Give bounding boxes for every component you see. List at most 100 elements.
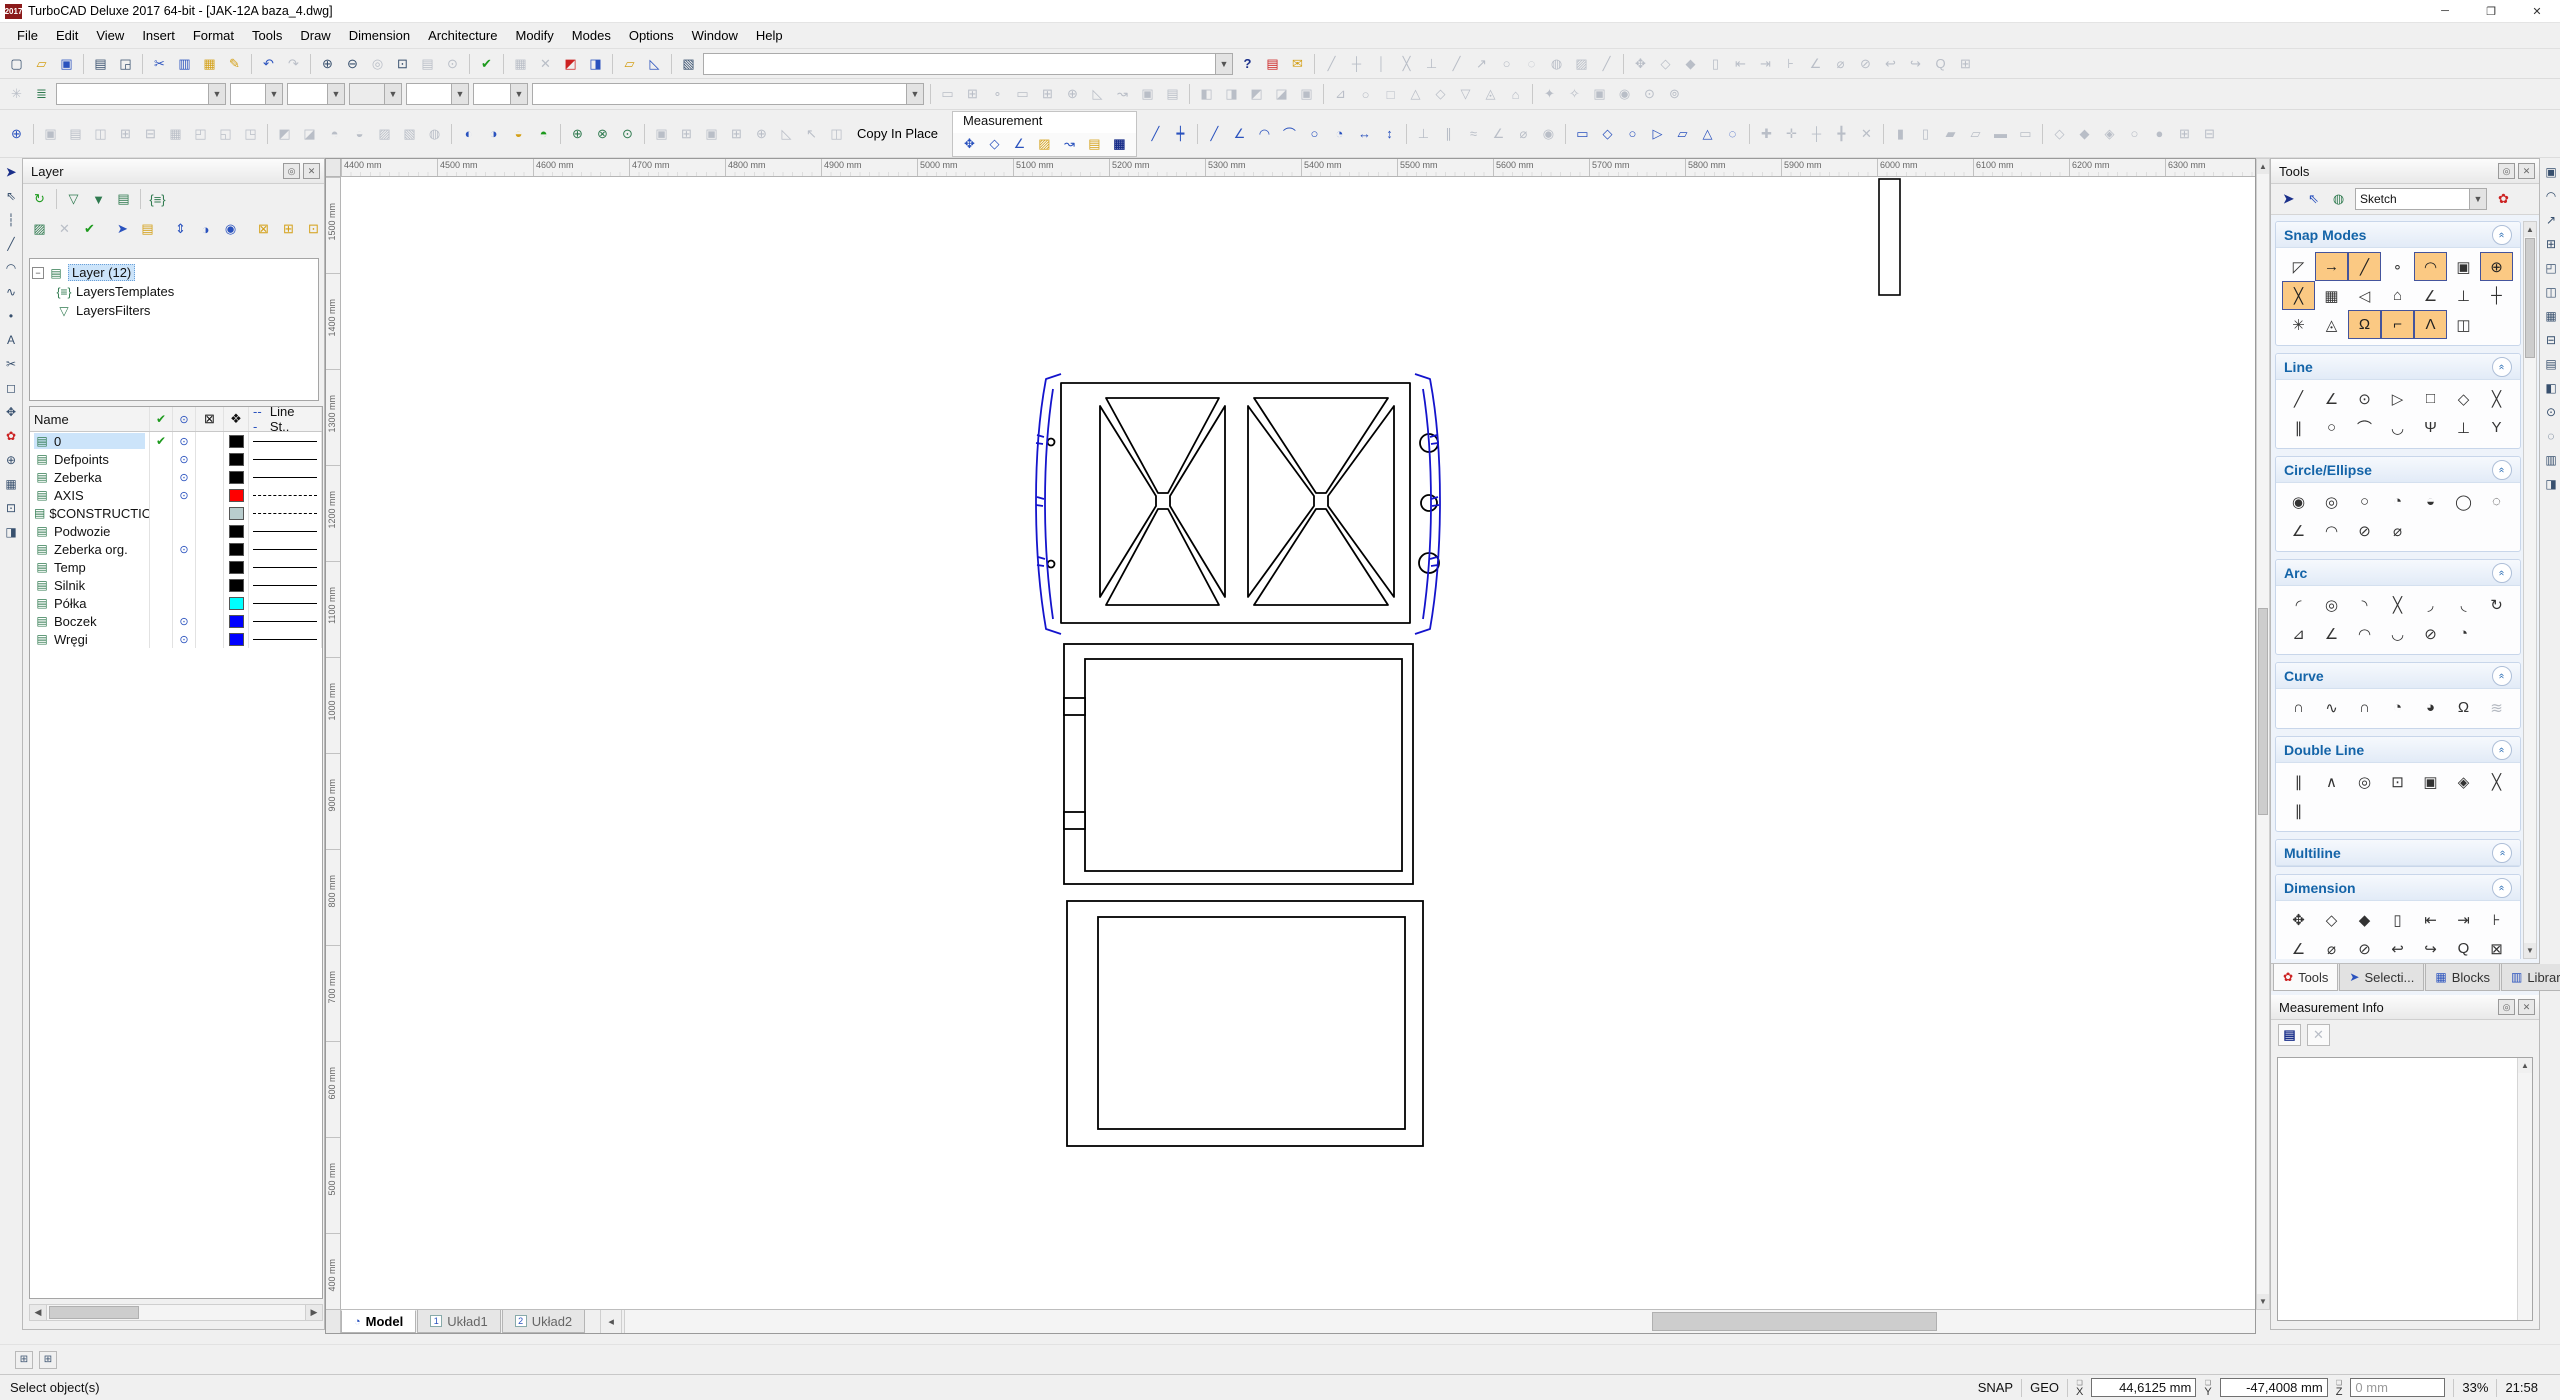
column-lock-icon[interactable]: ⊠ [196, 407, 224, 431]
palette-tab-selecti[interactable]: ➤Selecti... [2339, 964, 2424, 991]
toolbar-icon[interactable]: ⊟ [139, 123, 162, 145]
tool-button[interactable]: ⇥ [2447, 905, 2480, 934]
toolbar-combo[interactable]: ▼ [406, 83, 469, 105]
layer-row-Defpoints[interactable]: ▤Defpoints⊙ [30, 450, 322, 468]
toolbar-icon[interactable]: ≣ [30, 83, 53, 105]
toolbar-icon[interactable]: ▣ [55, 53, 78, 75]
tool-button[interactable]: Ω [2447, 693, 2480, 722]
tool-button[interactable]: ◇ [2315, 905, 2348, 934]
toolbar-icon[interactable]: ∠ [1804, 53, 1827, 75]
toolbar-icon[interactable]: ◇ [983, 133, 1006, 155]
toolbar-icon[interactable]: ┼ [1805, 123, 1828, 145]
tool-button[interactable]: ⊙ [2348, 384, 2381, 413]
toolbar-icon[interactable]: ◨ [1, 520, 21, 544]
toolbar-icon[interactable]: ⇖ [1, 184, 21, 208]
toolbar-icon[interactable]: ⇕ [169, 217, 192, 241]
tool-button[interactable]: ◠ [2414, 252, 2447, 281]
toolbar-icon[interactable]: ▭ [2014, 123, 2037, 145]
toolbar-icon[interactable]: ◬ [1479, 83, 1502, 105]
toolbar-icon[interactable]: ▣ [700, 123, 723, 145]
toolbar-icon[interactable]: ⊦ [1779, 53, 1802, 75]
toolbar-icon[interactable]: ◰ [2541, 256, 2560, 280]
toolbar-icon[interactable]: ○ [1354, 83, 1377, 105]
tool-button[interactable]: ∩ [2282, 693, 2315, 722]
tool-button[interactable]: ◔ [2447, 619, 2480, 648]
toolbar-icon[interactable]: ✕ [53, 217, 76, 241]
close-icon[interactable]: ✕ [2518, 163, 2535, 179]
toolbar-icon[interactable]: ✿ [1, 424, 21, 448]
toolbar-icon[interactable]: ◲ [114, 53, 137, 75]
palette-tab-tools[interactable]: ✿Tools [2273, 964, 2338, 991]
tool-button[interactable]: ◆ [2348, 905, 2381, 934]
palette-tab-library[interactable]: ▥Library [2501, 964, 2560, 991]
tool-button[interactable]: ◁ [2348, 281, 2381, 310]
tree-item-layerstemplates[interactable]: LayersTemplates [76, 284, 174, 299]
tool-button[interactable]: ╱ [2282, 384, 2315, 413]
tool-button[interactable]: ◡ [2381, 413, 2414, 442]
tool-button[interactable]: ╳ [2480, 384, 2513, 413]
toolbar-icon[interactable]: ↝ [1058, 133, 1081, 155]
toolbar-icon[interactable]: ◪ [298, 123, 321, 145]
toolbar-icon[interactable]: ⊟ [2198, 123, 2221, 145]
toolbar-icon[interactable]: ▦ [1108, 133, 1131, 155]
toolbar-icon[interactable]: ▭ [1571, 123, 1594, 145]
section-chevron-icon[interactable]: « [2492, 225, 2512, 245]
toolbar-icon[interactable]: ∠ [1487, 123, 1510, 145]
tool-button[interactable]: ◠ [2315, 516, 2348, 545]
toolbar-icon[interactable]: ◆ [2073, 123, 2096, 145]
toolbar-icon[interactable]: ▤ [64, 123, 87, 145]
toolbar-icon[interactable]: ◫ [89, 123, 112, 145]
tool-button[interactable]: ◟ [2447, 590, 2480, 619]
toolbar-icon[interactable]: ✿ [2492, 188, 2515, 210]
tool-button[interactable]: Ω [2348, 310, 2381, 339]
menu-insert[interactable]: Insert [133, 24, 184, 47]
tool-button[interactable]: ∘ [2381, 252, 2414, 281]
toolbar-icon[interactable]: ▨ [28, 217, 51, 241]
tool-button[interactable]: ⌂ [2381, 281, 2414, 310]
menu-architecture[interactable]: Architecture [419, 24, 506, 47]
toolbar-icon[interactable]: ◍ [423, 123, 446, 145]
layer-row-$CONSTRUCTION[interactable]: ▤$CONSTRUCTION [30, 504, 322, 522]
toolbar-icon[interactable]: ↷ [282, 53, 305, 75]
tool-button[interactable]: Ψ [2414, 413, 2447, 442]
toolbar-icon[interactable]: ▭ [1011, 83, 1034, 105]
menu-file[interactable]: File [8, 24, 47, 47]
tool-button[interactable]: ⇤ [2414, 905, 2447, 934]
layer-row-Wręgi[interactable]: ▤Wręgi⊙ [30, 630, 322, 648]
toolbar-icon[interactable]: ◺ [775, 123, 798, 145]
toolbar-icon[interactable]: ∥ [1437, 123, 1460, 145]
zoom-level[interactable]: 33% [2462, 1380, 2488, 1395]
sheet-tab-układ1[interactable]: 1Układ1 [417, 1310, 500, 1333]
toolbar-icon[interactable]: ▤ [1261, 53, 1284, 75]
drawing-thin-strip[interactable] [1879, 179, 1900, 295]
toolbar-icon[interactable]: ▰ [1939, 123, 1962, 145]
column-color-icon[interactable]: ❖ [224, 407, 249, 431]
toolbar-icon[interactable]: ⊡ [391, 53, 414, 75]
toolbar-icon[interactable]: ◉ [1537, 123, 1560, 145]
toolbar-icon[interactable]: □ [1379, 83, 1402, 105]
menu-dimension[interactable]: Dimension [340, 24, 419, 47]
pin-icon[interactable]: ◎ [2498, 999, 2515, 1015]
menu-edit[interactable]: Edit [47, 24, 87, 47]
toolbar-icon[interactable]: ∿ [1, 280, 21, 304]
drawing-bottom-frame[interactable] [1067, 901, 1423, 1146]
toolbar-icon[interactable]: ✥ [1, 400, 21, 424]
toolbar-icon[interactable]: ⊕ [1061, 83, 1084, 105]
toolbar-icon[interactable]: ▧ [677, 53, 700, 75]
toolbar-icon[interactable]: ◇ [1596, 123, 1619, 145]
tool-button[interactable]: Q [2447, 934, 2480, 959]
toolbar-icon[interactable]: ⊕ [750, 123, 773, 145]
tool-button[interactable]: ◜ [2282, 590, 2315, 619]
toolbar-icon[interactable]: ◈ [2098, 123, 2121, 145]
column-visible-icon[interactable]: ⊙ [173, 407, 196, 431]
tool-button[interactable]: ◎ [2315, 590, 2348, 619]
tool-button[interactable]: ▣ [2414, 767, 2447, 796]
toolbar-icon[interactable]: ⊚ [1663, 83, 1686, 105]
toolbar-icon[interactable]: ◉ [1613, 83, 1636, 105]
tool-button[interactable]: ▯ [2381, 905, 2414, 934]
layer-row-AXIS[interactable]: ▤AXIS⊙ [30, 486, 322, 504]
tool-button[interactable]: ∠ [2315, 384, 2348, 413]
toolbar-icon[interactable]: ▣ [2541, 160, 2560, 184]
tool-button[interactable]: □ [2414, 384, 2447, 413]
toolbar-icon[interactable]: ◫ [2541, 280, 2560, 304]
